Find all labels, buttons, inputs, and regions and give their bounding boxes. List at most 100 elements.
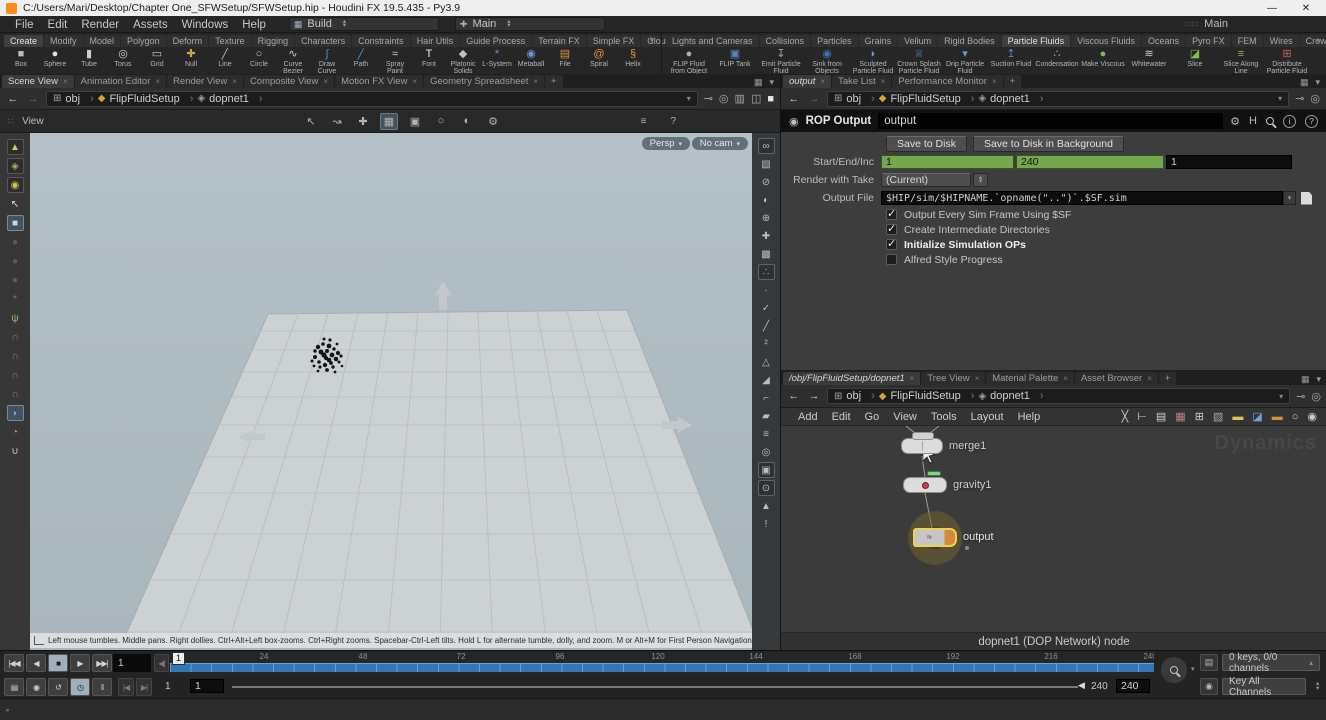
viewport-tool-icon[interactable]: ▣ <box>406 113 424 130</box>
end-frame-field[interactable]: 240 <box>1016 155 1164 169</box>
viewport-display-option-icon[interactable]: ⊕ <box>758 210 775 226</box>
save-to-disk-button[interactable]: Save to Disk <box>886 136 967 152</box>
shelf-tool[interactable]: ✚ Null <box>174 48 208 68</box>
shelf-tab[interactable]: Modify <box>44 35 83 47</box>
panel-menu-icon[interactable]: ▦ <box>1300 77 1309 88</box>
panel-dropdown-icon[interactable]: ▾ <box>1315 77 1320 88</box>
shelf-tab[interactable]: Lights and Cameras <box>666 35 759 47</box>
viewport-left-tool-icon[interactable]: ◗ <box>6 405 24 421</box>
shelf-tool[interactable]: ʃ Draw Curve <box>310 48 344 75</box>
viewport-left-tool-icon[interactable]: ∩ <box>7 348 24 364</box>
viewport-menu-icon[interactable]: ≡ <box>641 116 647 127</box>
shelf-tool[interactable]: ◆ Platonic Solids <box>446 48 480 75</box>
viewport-display-option-icon[interactable]: △ <box>758 354 775 370</box>
timeline-ruler[interactable]: 24 48 72 96 120 144 168 192 216 240 1 <box>170 652 1154 676</box>
link-icon[interactable]: ◎ <box>719 92 729 105</box>
shelf-tab[interactable]: Texture <box>209 35 251 47</box>
breadcrumb[interactable]: ⊞obj ◆FlipFluidSetup ◈dopnet1 ▾ <box>827 388 1291 404</box>
viewport-display-option-icon[interactable]: ╱ <box>758 318 775 334</box>
shelf-tool[interactable]: ▾ Drip Particle Fluid <box>942 48 988 75</box>
shelf-tab[interactable]: Polygon <box>121 35 166 47</box>
main-toolbar-label[interactable]: Main <box>1204 18 1228 30</box>
viewport-display-option-icon[interactable]: ∴ <box>757 264 775 280</box>
checkbox[interactable] <box>886 237 897 250</box>
shelf-tool[interactable]: @ Spiral <box>582 48 616 68</box>
viewport-left-tool-icon[interactable]: ● <box>7 234 24 250</box>
shelf-tool[interactable]: ▮ Tube <box>72 48 106 68</box>
pane-tab[interactable]: + <box>1158 372 1177 385</box>
increment-field[interactable]: 1 <box>1166 155 1292 169</box>
node-name-field[interactable]: output <box>878 113 1224 129</box>
viewport-display-option-icon[interactable]: · <box>758 282 775 298</box>
viewport-left-tool-icon[interactable]: ◉ <box>6 177 24 193</box>
checkbox[interactable] <box>886 207 897 220</box>
path-dropdown-icon[interactable]: ▾ <box>687 94 691 103</box>
viewport-display-option-icon[interactable]: ≡ <box>758 426 775 442</box>
viewport-display-option-icon[interactable]: ∞ <box>757 138 775 154</box>
shelf-tool[interactable]: ▣ FLIP Tank <box>712 48 758 68</box>
link-icon[interactable]: ◎ <box>1310 92 1320 105</box>
forward-icon[interactable]: → <box>807 93 821 105</box>
radial-stepper[interactable] <box>507 20 510 29</box>
network-menu-item[interactable]: Add <box>791 411 825 423</box>
shelf-tab[interactable]: Deform <box>166 35 209 47</box>
viewport-tool-icon[interactable]: ○ <box>432 113 450 130</box>
shelf-tool[interactable]: ■ Box <box>4 48 38 68</box>
back-icon[interactable]: ← <box>787 390 801 402</box>
range-start-field[interactable]: 1 <box>190 679 224 693</box>
network-toolbar-icon[interactable]: ▤ <box>1156 410 1166 423</box>
network-menu-item[interactable]: Layout <box>964 411 1011 423</box>
viewport-tool-icon[interactable]: ↖ <box>302 113 320 130</box>
network-menu-item[interactable]: Go <box>858 411 887 423</box>
pane-tab[interactable]: output <box>783 75 832 88</box>
shelf-tab[interactable]: Hair Utils <box>410 35 460 47</box>
forward-icon[interactable]: → <box>26 93 40 105</box>
pin-icon[interactable]: ⊸ <box>1296 390 1305 403</box>
network-toolbar-icon[interactable]: ▬ <box>1272 411 1283 423</box>
file-chooser-icon[interactable] <box>1301 191 1312 205</box>
transport-button[interactable]: ▶ <box>70 654 90 672</box>
pane-tab[interactable]: Render View <box>167 75 243 88</box>
shelf-tab[interactable]: Rigid Bodies <box>938 35 1001 47</box>
transport-button[interactable]: ▶▶| <box>92 654 112 672</box>
menu-item[interactable]: Edit <box>41 19 75 31</box>
shelf-tool[interactable]: ⊞ Distribute Particle Fluid <box>1264 48 1310 75</box>
shelf-tool[interactable]: ◪ Slice <box>1172 48 1218 68</box>
shelf-tool[interactable]: ◉ Metaball <box>514 48 548 68</box>
viewport-display-option-icon[interactable]: ⊙ <box>757 480 775 496</box>
snapshot-icon[interactable]: ▥ <box>735 92 745 105</box>
back-icon[interactable]: ← <box>787 93 801 105</box>
viewport-display-option-icon[interactable]: ▲ <box>758 498 775 514</box>
shelf-tab[interactable]: Vellum <box>898 35 938 47</box>
take-dropdown[interactable]: (Current) <box>881 173 971 187</box>
shelf-tab[interactable]: Model <box>83 35 121 47</box>
shelf-tool[interactable]: ≈ Spray Paint <box>378 48 412 75</box>
shelf-tab[interactable]: Characters <box>295 35 352 47</box>
path-dropdown-icon[interactable]: ▾ <box>1279 392 1283 401</box>
key-all-channels-button[interactable]: Key All Channels <box>1222 676 1306 698</box>
shelf-overflow-icon[interactable]: ▾ <box>1316 36 1320 45</box>
network-toolbar-icon[interactable]: ⊢ <box>1137 410 1147 423</box>
shelf-tab[interactable]: Rigging <box>251 35 295 47</box>
viewport-display-option-icon[interactable]: ⌐ <box>758 390 775 406</box>
viewport-display-option-icon[interactable]: ! <box>758 516 775 532</box>
pane-tab[interactable]: Performance Monitor <box>892 75 1003 88</box>
viewport-left-tool-icon[interactable]: ∩ <box>7 367 24 383</box>
shelf-tab[interactable]: Constraints <box>352 35 410 47</box>
network-toolbar-icon[interactable]: ╳ <box>1122 410 1129 423</box>
key-step-button[interactable]: |◀ <box>118 678 134 696</box>
keys-status[interactable]: 0 keys, 0/0 channels ▴ <box>1222 652 1320 674</box>
menu-item[interactable]: Assets <box>126 19 175 31</box>
viewport-left-tool-icon[interactable]: ● <box>7 272 24 288</box>
output-file-dropdown-icon[interactable]: ▾ <box>1283 191 1296 205</box>
shelf-tab[interactable]: Oceans <box>1142 35 1186 47</box>
network-toolbar-icon[interactable]: ◉ <box>1307 410 1317 423</box>
viewport-display-option-icon[interactable]: ◐ <box>758 192 775 208</box>
transport-button[interactable]: ■ <box>48 654 68 672</box>
back-icon[interactable]: ← <box>6 93 20 105</box>
close-button[interactable]: ✕ <box>1292 3 1320 14</box>
gravity-node[interactable] <box>903 471 947 493</box>
display-flag[interactable] <box>927 471 941 476</box>
shelf-tool[interactable]: ● Sphere <box>38 48 72 68</box>
panel-menu-icon[interactable]: ▦ <box>1301 374 1310 385</box>
